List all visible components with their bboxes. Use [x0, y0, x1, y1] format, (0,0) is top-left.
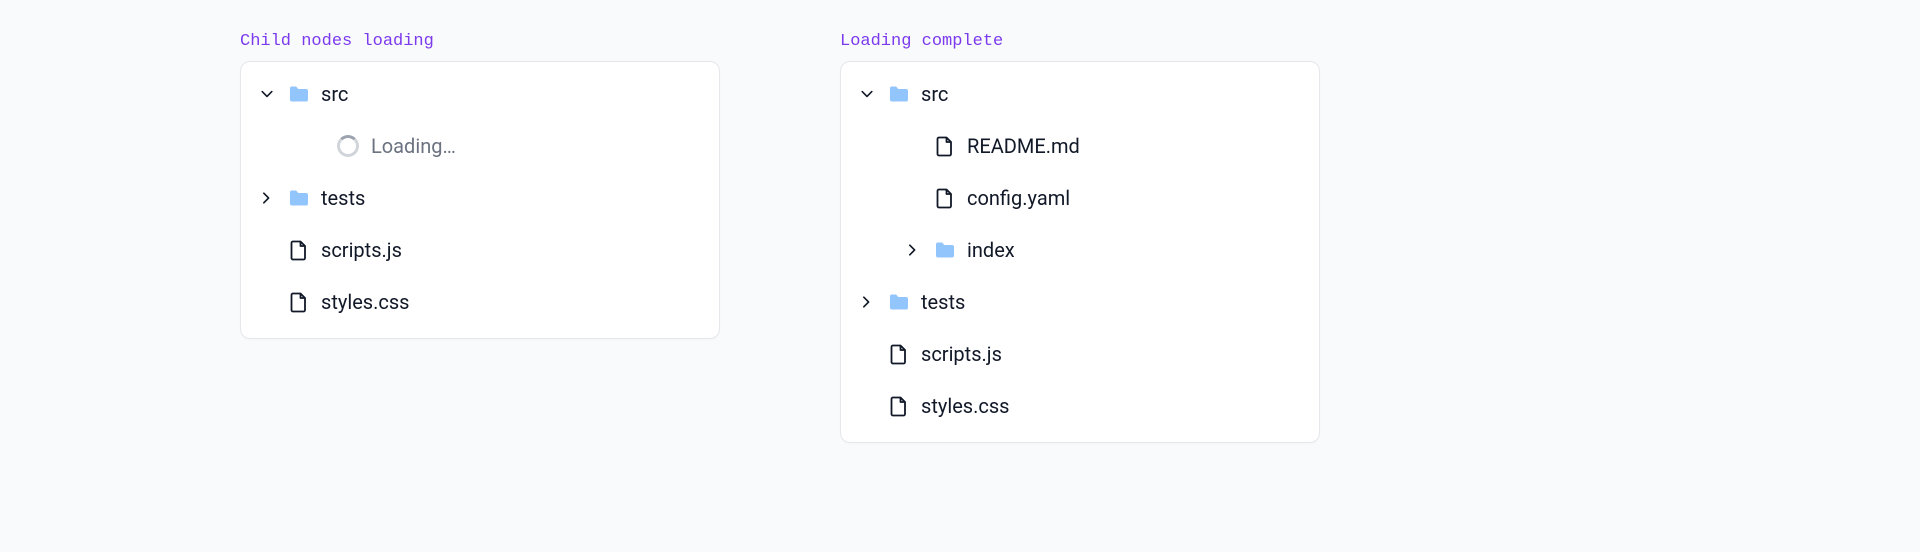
tree-node-label: tests	[921, 292, 965, 312]
tree-node-tests[interactable]: tests	[249, 172, 711, 224]
tree-node-label: config.yaml	[967, 188, 1070, 208]
tree-loading-indicator: Loading…	[249, 120, 711, 172]
chevron-down-icon[interactable]	[857, 84, 877, 104]
tree-node-index[interactable]: index	[849, 224, 1311, 276]
section-loading: Child nodes loading src Loading… tests	[240, 32, 720, 520]
tree-node-label: styles.css	[921, 396, 1010, 416]
chevron-right-icon[interactable]	[903, 240, 923, 260]
tree-node-label: scripts.js	[921, 344, 1002, 364]
loading-label: Loading…	[371, 134, 456, 158]
folder-icon	[887, 290, 911, 314]
chevron-right-icon[interactable]	[857, 292, 877, 312]
chevron-placeholder	[857, 344, 877, 364]
tree-node-label: scripts.js	[321, 240, 402, 260]
chevron-placeholder	[257, 292, 277, 312]
tree-view: src README.md config.yaml	[840, 61, 1320, 443]
tree-node-label: tests	[321, 188, 365, 208]
tree-node-label: src	[921, 84, 948, 104]
tree-node-label: styles.css	[321, 292, 410, 312]
folder-icon	[287, 186, 311, 210]
file-icon	[933, 134, 957, 158]
tree-node-styles-css[interactable]: styles.css	[249, 276, 711, 328]
chevron-placeholder	[257, 240, 277, 260]
file-icon	[887, 342, 911, 366]
tree-node-src[interactable]: src	[249, 68, 711, 120]
file-icon	[287, 238, 311, 262]
chevron-placeholder	[903, 136, 923, 156]
spinner-icon	[337, 135, 359, 157]
folder-icon	[887, 82, 911, 106]
tree-node-tests[interactable]: tests	[849, 276, 1311, 328]
tree-node-scripts-js[interactable]: scripts.js	[849, 328, 1311, 380]
tree-node-label: src	[321, 84, 348, 104]
tree-node-readme-md[interactable]: README.md	[849, 120, 1311, 172]
tree-node-styles-css[interactable]: styles.css	[849, 380, 1311, 432]
file-icon	[933, 186, 957, 210]
tree-node-label: index	[967, 240, 1015, 260]
section-complete: Loading complete src README.md	[840, 32, 1320, 520]
section-title: Child nodes loading	[240, 32, 720, 51]
file-icon	[887, 394, 911, 418]
tree-node-label: README.md	[967, 136, 1080, 156]
chevron-placeholder	[903, 188, 923, 208]
tree-view: src Loading… tests scripts.js	[240, 61, 720, 339]
file-icon	[287, 290, 311, 314]
tree-node-config-yaml[interactable]: config.yaml	[849, 172, 1311, 224]
chevron-right-icon[interactable]	[257, 188, 277, 208]
chevron-placeholder	[857, 396, 877, 416]
section-title: Loading complete	[840, 32, 1320, 51]
chevron-down-icon[interactable]	[257, 84, 277, 104]
folder-icon	[933, 238, 957, 262]
folder-icon	[287, 82, 311, 106]
tree-node-src[interactable]: src	[849, 68, 1311, 120]
tree-node-scripts-js[interactable]: scripts.js	[249, 224, 711, 276]
